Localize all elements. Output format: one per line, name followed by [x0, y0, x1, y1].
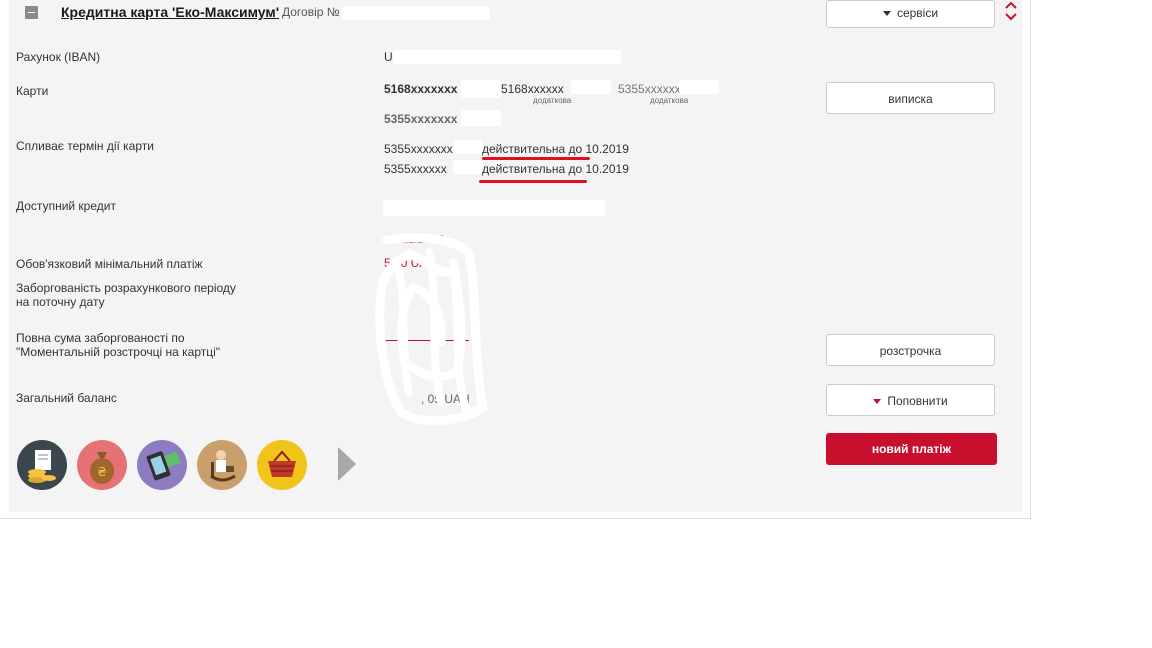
iban-label: Рахунок (IBAN): [16, 50, 101, 64]
credit-card-panel: Кредитна карта 'Еко-Максимум' Договір № …: [0, 0, 1031, 519]
card-number-additional-1: 5168xxxxxx: [501, 82, 564, 96]
collapse-button[interactable]: [25, 6, 38, 19]
balance-label: Загальний баланс: [16, 391, 117, 405]
redaction-scribble: [375, 233, 488, 426]
installment-debt-label-line2: "Моментальній розстрочці на картці": [16, 345, 221, 359]
redacted-iban: [393, 50, 621, 64]
redacted-credit-value: [383, 200, 605, 216]
expiry-card-2: 5355xxxxxx: [384, 162, 447, 176]
redacted-card: [461, 80, 501, 98]
debt-period-label-line2: на поточну дату: [16, 295, 105, 309]
dropdown-triangle-icon: [882, 11, 891, 17]
expiry-text-1: действительна до 10.2019: [482, 142, 629, 156]
card-additional-2-sublabel: додаткова: [650, 96, 689, 105]
card-number-additional-2: 5355xxxxxx: [618, 82, 681, 96]
min-payment-label: Обов'язковий мінімальний платіж: [16, 257, 203, 271]
card-number-main: 5168xxxxxxx: [384, 82, 458, 96]
phone-cash-icon[interactable]: [137, 440, 187, 490]
services-button-label: сервіси: [896, 6, 939, 20]
topup-button-label: Поповнити: [887, 394, 948, 408]
coins-receipt-icon[interactable]: [17, 440, 67, 490]
redacted-card: [679, 80, 719, 94]
highlight-underline: [482, 157, 590, 160]
credit-label: Доступний кредит: [16, 199, 116, 213]
redacted-card: [571, 80, 611, 94]
pensioner-rocking-chair-icon[interactable]: [197, 440, 247, 490]
statement-button[interactable]: виписка: [826, 82, 995, 114]
money-bag-icon[interactable]: ₴: [77, 440, 127, 490]
card-title[interactable]: Кредитна карта 'Еко-Максимум': [61, 4, 279, 20]
redacted-card: [461, 110, 501, 126]
redacted-expiry-card: [453, 140, 483, 154]
expand-collapse-chevrons-icon[interactable]: [1004, 0, 1018, 22]
next-arrow-icon[interactable]: [338, 447, 356, 481]
svg-text:₴: ₴: [97, 465, 106, 479]
new-payment-button[interactable]: новий платіж: [826, 433, 997, 465]
highlight-underline: [479, 180, 587, 183]
cards-label: Карти: [16, 84, 49, 98]
panel-inner: Кредитна карта 'Еко-Максимум' Договір № …: [9, 0, 1022, 512]
redacted-contract-number: [342, 6, 490, 20]
contract-label: Договір №: [282, 5, 340, 19]
installment-button[interactable]: розстрочка: [826, 334, 995, 366]
debt-period-label-line1: Заборгованість розрахункового періоду: [16, 281, 236, 295]
services-button[interactable]: сервіси: [826, 0, 995, 28]
expiry-label: Спливає термін дії карти: [16, 139, 154, 153]
installment-debt-label-line1: Повна сума заборгованості по: [16, 331, 185, 345]
expiry-text-2: действительна до 10.2019: [482, 162, 629, 176]
card-number-4: 5355xxxxxxx: [384, 112, 458, 126]
topup-button[interactable]: Поповнити: [826, 384, 995, 416]
shopping-basket-icon[interactable]: [257, 440, 307, 490]
expiry-card-1: 5355xxxxxxx: [384, 142, 453, 156]
dropdown-triangle-icon: [873, 399, 882, 405]
card-additional-1-sublabel: додаткова: [533, 96, 572, 105]
redacted-expiry-card: [453, 160, 483, 174]
